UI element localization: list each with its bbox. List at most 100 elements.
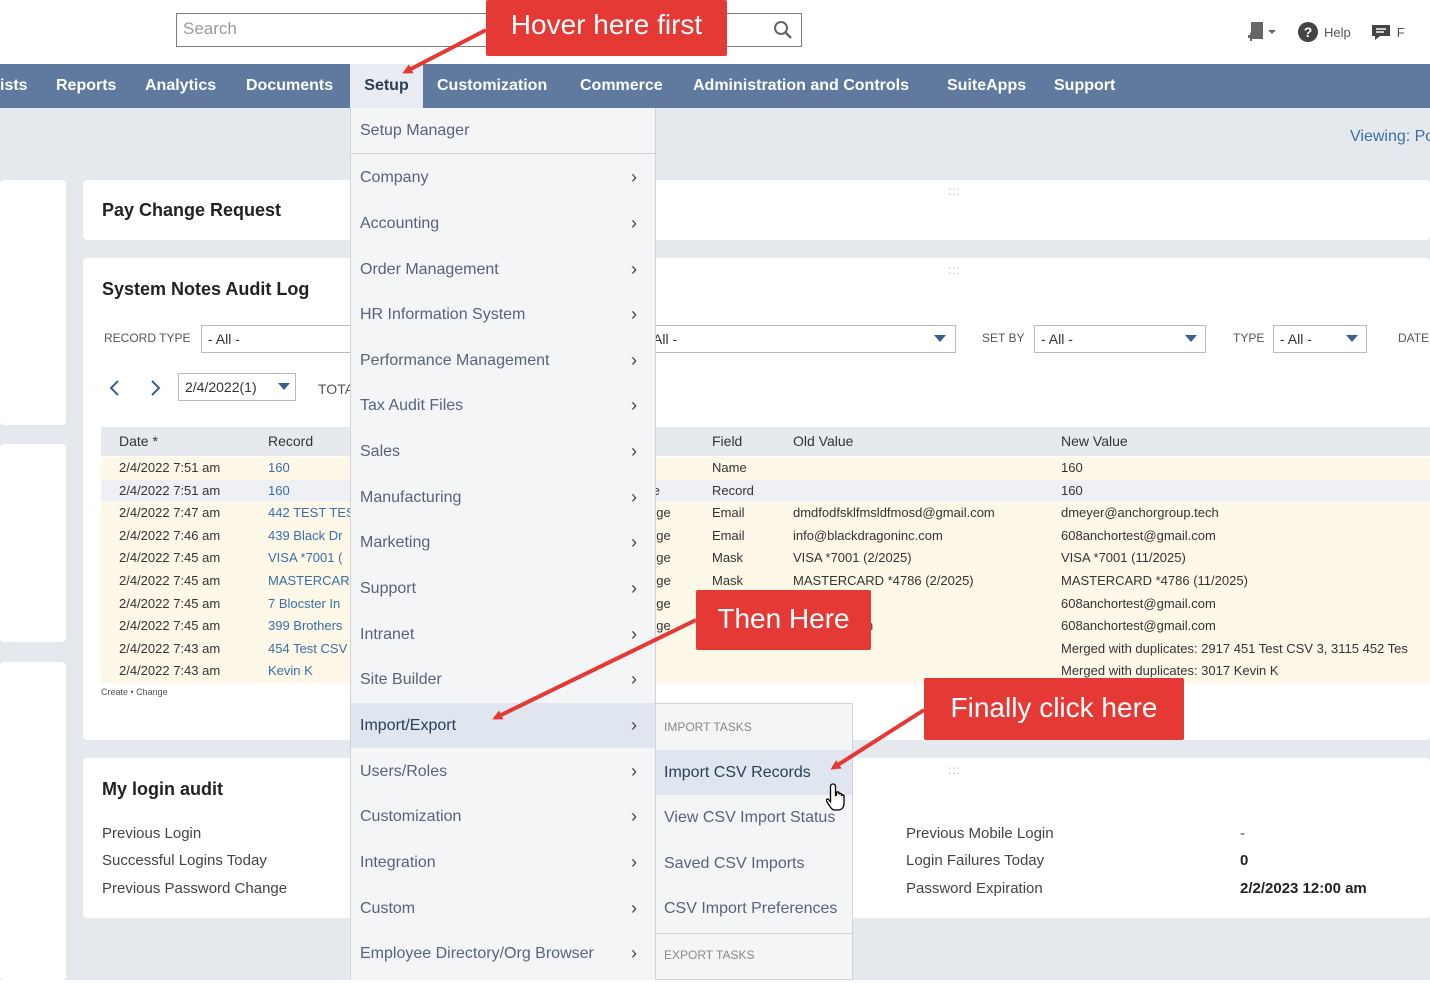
help-icon[interactable]: ? xyxy=(1298,22,1318,42)
col-new-value[interactable]: New Value xyxy=(1061,433,1128,449)
chevron-right-icon: › xyxy=(631,761,637,781)
search-icon[interactable] xyxy=(773,20,793,40)
cell-record[interactable]: 439 Black Dr xyxy=(268,528,342,543)
col-record[interactable]: Record xyxy=(268,433,313,449)
menu-item-import-export[interactable]: Import/Export › xyxy=(351,703,655,748)
menu-item-intranet[interactable]: Intranet › xyxy=(351,612,655,657)
col-old-value[interactable]: Old Value xyxy=(793,433,853,449)
cell-record[interactable]: 454 Test CSV xyxy=(268,641,347,656)
viewing-label[interactable]: Viewing: Po xyxy=(1350,128,1430,146)
previous-login-label: Previous Login xyxy=(102,825,202,842)
nav-suiteapps[interactable]: SuiteApps xyxy=(947,64,1026,108)
cell-record[interactable]: 160 xyxy=(268,460,290,475)
drag-handle[interactable]: ::: xyxy=(948,184,961,198)
menu-item-label: Site Builder xyxy=(360,671,442,688)
table-row[interactable]: 2/4/2022 7:51 am160teRecord160 xyxy=(101,479,1430,503)
menu-item-employee-directory[interactable]: Employee Directory/Org Browser › xyxy=(351,931,655,976)
cell-old-value: VISA *7001 (2/2025) xyxy=(793,550,912,566)
nav-reports[interactable]: Reports xyxy=(56,64,116,108)
cell-old-value: dmdfodfsklfmsldfmosd@gmail.com xyxy=(793,505,995,521)
next-page-icon[interactable] xyxy=(148,379,162,397)
cell-record[interactable]: 399 Brothers xyxy=(268,618,342,633)
menu-item-label: Users/Roles xyxy=(360,763,448,780)
chevron-right-icon: › xyxy=(631,487,637,507)
cell-new-value: Merged with duplicates: 3017 Kevin K xyxy=(1061,663,1279,679)
cell-old-value: MASTERCARD *4786 (2/2025) xyxy=(793,573,974,588)
menu-item-users-roles[interactable]: Users/Roles › xyxy=(351,749,655,794)
chevron-down-icon[interactable] xyxy=(1185,335,1197,342)
set-by-select[interactable]: - All - xyxy=(1034,325,1206,353)
submenu-item-import-csv-records[interactable]: Import CSV Records xyxy=(656,750,852,795)
record-type-select[interactable]: - All - xyxy=(201,325,361,353)
nav-lists[interactable]: ists xyxy=(0,64,28,108)
prev-page-icon[interactable] xyxy=(108,379,122,397)
chevron-down-icon[interactable] xyxy=(1346,335,1358,342)
feedback-label[interactable]: F xyxy=(1397,25,1405,40)
chevron-down-icon[interactable] xyxy=(278,383,290,390)
menu-item-site-builder[interactable]: Site Builder › xyxy=(351,657,655,702)
menu-item-company[interactable]: Company › xyxy=(351,155,655,200)
feedback-icon[interactable] xyxy=(1371,22,1391,42)
cell-record[interactable]: 7 Blocster In xyxy=(268,596,340,611)
col-date[interactable]: Date * xyxy=(119,433,158,449)
menu-item-hr-information-system[interactable]: HR Information System › xyxy=(351,292,655,337)
cell-new-value: MASTERCARD *4786 (11/2025) xyxy=(1061,573,1248,588)
chevron-right-icon: › xyxy=(631,350,637,370)
left-card-1 xyxy=(0,180,66,425)
nav-customization[interactable]: Customization xyxy=(437,64,547,108)
table-row[interactable]: 2/4/2022 7:43 am Kevin K Merged with dupli… xyxy=(101,660,1430,683)
submenu-item-view-csv-import-status[interactable]: View CSV Import Status xyxy=(656,795,852,840)
menu-item-setup-manager[interactable]: Setup Manager xyxy=(351,108,655,153)
field-select[interactable]: All - xyxy=(646,325,956,353)
chevron-down-icon[interactable] xyxy=(934,335,946,342)
nav-setup[interactable]: Setup xyxy=(350,64,423,108)
menu-item-accounting[interactable]: Accounting › xyxy=(351,201,655,246)
successful-logins-label: Successful Logins Today xyxy=(102,852,267,869)
nav-analytics[interactable]: Analytics xyxy=(145,64,216,108)
menu-item-label: Integration xyxy=(360,854,436,871)
menu-item-sales[interactable]: Sales › xyxy=(351,429,655,474)
menu-item-order-management[interactable]: Order Management › xyxy=(351,247,655,292)
menu-item-manufacturing[interactable]: Manufacturing › xyxy=(351,475,655,520)
cell-record[interactable]: VISA *7001 ( xyxy=(268,550,342,565)
nav-support[interactable]: Support xyxy=(1054,64,1115,108)
col-field[interactable]: Field xyxy=(712,433,742,449)
cell-record[interactable]: MASTERCARD xyxy=(268,573,359,588)
chevron-right-icon: › xyxy=(631,852,637,872)
recent-records-icon[interactable] xyxy=(1248,21,1278,43)
table-row[interactable]: 2/4/2022 7:45 am VISA *7001 (nge Mask VISA … xyxy=(101,547,1430,570)
table-row[interactable]: 2/4/2022 7:51 am 160 Name 160 xyxy=(101,457,1430,480)
drag-handle[interactable]: ::: xyxy=(948,263,961,277)
menu-item-customization[interactable]: Customization › xyxy=(351,794,655,839)
table-row[interactable]: 2/4/2022 7:46 am 439 Black Dr nge Email info… xyxy=(101,524,1430,548)
cell-record[interactable]: 442 TEST TES xyxy=(268,505,355,520)
help-label[interactable]: Help xyxy=(1324,25,1351,40)
cell-field: Mask xyxy=(712,550,744,566)
cell-new-value: 608anchortest@gmail.com xyxy=(1061,527,1216,543)
menu-item-tax-audit-files[interactable]: Tax Audit Files › xyxy=(351,383,655,428)
menu-item-label: Tax Audit Files xyxy=(360,397,464,414)
cell-record[interactable]: Kevin K xyxy=(268,663,313,678)
menu-item-performance-management[interactable]: Performance Management › xyxy=(351,338,655,383)
menu-item-marketing[interactable]: Marketing › xyxy=(351,520,655,565)
submenu-item-saved-csv-imports[interactable]: Saved CSV Imports xyxy=(656,841,852,886)
callout-hover-here-first: Hover here first xyxy=(486,0,727,56)
cell-record[interactable]: 160 xyxy=(268,483,290,498)
menu-item-label: Import/Export xyxy=(360,717,457,734)
nav-commerce[interactable]: Commerce xyxy=(580,64,663,108)
menu-item-custom[interactable]: Custom › xyxy=(351,886,655,931)
chevron-right-icon: › xyxy=(631,943,637,963)
menu-item-support[interactable]: Support › xyxy=(351,566,655,611)
type-label: TYPE xyxy=(1233,331,1265,345)
table-row[interactable]: 2/4/2022 7:47 am 442 TEST TES nge Email dmdf… xyxy=(101,502,1430,525)
drag-handle[interactable]: ::: xyxy=(948,763,961,777)
cell-date: 2/4/2022 7:51 am xyxy=(119,482,221,498)
chevron-right-icon: › xyxy=(631,395,637,415)
nav-documents[interactable]: Documents xyxy=(246,64,333,108)
password-expiration-value: 2/2/2023 12:00 am xyxy=(1240,880,1367,897)
cell-date: 2/4/2022 7:47 am xyxy=(119,505,221,521)
menu-item-integration[interactable]: Integration › xyxy=(351,840,655,885)
nav-administration[interactable]: Administration and Controls xyxy=(693,64,909,108)
submenu-item-csv-import-preferences[interactable]: CSV Import Preferences xyxy=(656,886,852,931)
import-export-submenu: IMPORT TASKS Import CSV Records View CSV… xyxy=(655,703,853,980)
